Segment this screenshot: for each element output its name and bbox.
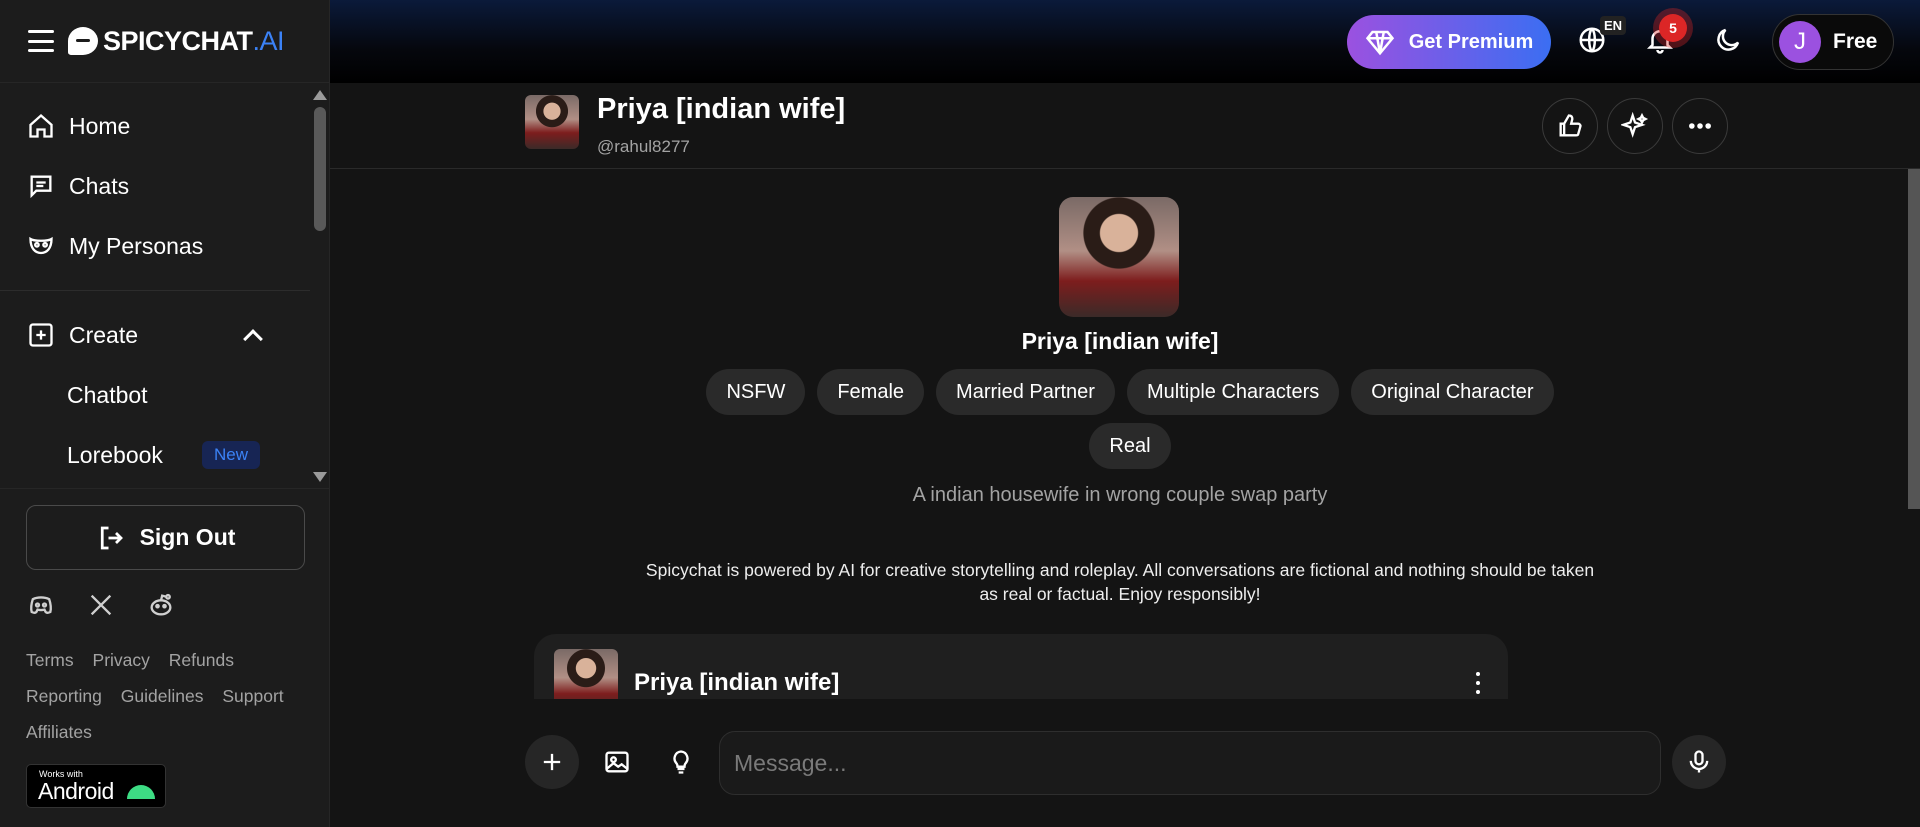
- image-button[interactable]: [590, 735, 644, 789]
- like-button[interactable]: [1542, 98, 1598, 154]
- guidelines-link[interactable]: Guidelines: [121, 686, 204, 706]
- refunds-link[interactable]: Refunds: [169, 650, 234, 670]
- suggestion-button[interactable]: [654, 735, 708, 789]
- plus-square-icon: [29, 323, 53, 347]
- sidebar-item-label: Lorebook: [67, 441, 163, 468]
- character-profile-name: Priya [indian wife]: [1021, 328, 1219, 354]
- sidebar: SPICYCHAT.AI Home Chats My Personas Crea…: [0, 0, 330, 827]
- get-premium-button[interactable]: Get Premium: [1347, 15, 1551, 69]
- more-options-button[interactable]: [1672, 98, 1728, 154]
- scroll-up-arrow-icon[interactable]: [313, 90, 327, 100]
- social-links: [26, 590, 304, 620]
- home-icon: [29, 113, 53, 138]
- theme-toggle-button[interactable]: [1708, 20, 1748, 60]
- affiliates-link[interactable]: Affiliates: [26, 722, 92, 742]
- ai-disclaimer: Spicychat is powered by AI for creative …: [645, 560, 1595, 604]
- ellipsis-icon: [1689, 123, 1711, 129]
- x-icon[interactable]: [86, 590, 116, 620]
- moon-icon: [1717, 28, 1740, 51]
- reporting-link[interactable]: Reporting: [26, 686, 102, 706]
- chat-header: Priya [indian wife] @rahul8277: [330, 83, 1920, 169]
- sidebar-item-label: Chatbot: [67, 381, 148, 408]
- sidebar-divider: [0, 290, 310, 291]
- tag-list: NSFW Female Married Partner Multiple Cha…: [690, 369, 1570, 469]
- tag-chip[interactable]: Female: [817, 369, 925, 415]
- logo-chat-bubble-icon: [68, 27, 98, 55]
- sparkles-icon: [1621, 112, 1649, 138]
- scroll-thumb[interactable]: [314, 107, 326, 231]
- microphone-icon: [1689, 750, 1709, 773]
- sidebar-item-home[interactable]: Home: [0, 96, 310, 156]
- message-options-icon[interactable]: [1474, 672, 1482, 694]
- sidebar-item-create[interactable]: Create: [0, 305, 310, 365]
- brand-name: SPICYCHAT.AI: [103, 25, 285, 56]
- privacy-link[interactable]: Privacy: [93, 650, 150, 670]
- sidebar-item-label: Home: [69, 112, 131, 139]
- tag-chip[interactable]: Real: [1089, 423, 1171, 469]
- support-link[interactable]: Support: [222, 686, 283, 706]
- chevron-up-icon[interactable]: [243, 329, 263, 349]
- character-avatar[interactable]: [525, 95, 579, 149]
- new-badge: New: [201, 441, 260, 469]
- discord-icon[interactable]: [26, 590, 56, 620]
- sidebar-item-label: My Personas: [69, 232, 204, 259]
- terms-link[interactable]: Terms: [26, 650, 74, 670]
- reddit-icon[interactable]: [146, 590, 176, 620]
- sidebar-item-chats[interactable]: Chats: [0, 156, 310, 216]
- chat-body: Priya [indian wife] NSFW Female Married …: [330, 169, 1920, 699]
- android-badge-text: Android: [38, 778, 114, 804]
- android-robot-icon: [127, 785, 155, 799]
- sidebar-item-lorebook[interactable]: Lorebook New: [0, 425, 310, 485]
- character-profile-image[interactable]: [1059, 197, 1179, 317]
- creator-handle[interactable]: @rahul8277: [597, 137, 690, 157]
- message-avatar[interactable]: [554, 649, 618, 699]
- add-button[interactable]: [525, 735, 579, 789]
- message-bubble: Priya [indian wife]: [534, 634, 1508, 699]
- sidebar-nav: Home Chats My Personas Create Chatbot Lo…: [0, 84, 310, 488]
- get-premium-label: Get Premium: [1408, 30, 1534, 53]
- language-code: EN: [1600, 16, 1627, 35]
- sign-out-label: Sign Out: [139, 524, 236, 550]
- sidebar-scrollbar[interactable]: [310, 86, 328, 486]
- top-bar: Get Premium EN 5 J Free: [330, 0, 1920, 83]
- sign-out-button[interactable]: Sign Out: [26, 505, 305, 570]
- scroll-down-arrow-icon[interactable]: [313, 472, 327, 482]
- sidebar-item-my-personas[interactable]: My Personas: [0, 216, 310, 276]
- sidebar-footer: Sign Out Terms Privacy Refunds Reporting…: [0, 488, 330, 827]
- lightbulb-icon: [673, 750, 689, 774]
- logo-bar: SPICYCHAT.AI: [0, 0, 329, 83]
- sign-out-icon: [100, 526, 123, 549]
- voice-button[interactable]: [1672, 735, 1726, 789]
- magic-button[interactable]: [1607, 98, 1663, 154]
- tag-chip[interactable]: Original Character: [1351, 369, 1554, 415]
- footer-links: Terms Privacy Refunds Reporting Guidelin…: [26, 642, 304, 750]
- account-button[interactable]: J Free: [1772, 14, 1894, 70]
- chat-icon: [30, 175, 52, 199]
- tag-chip[interactable]: NSFW: [706, 369, 806, 415]
- image-icon: [605, 751, 629, 773]
- tag-chip[interactable]: Married Partner: [936, 369, 1115, 415]
- sidebar-item-label: Create: [69, 321, 139, 348]
- android-badge[interactable]: Works with Android: [26, 764, 166, 808]
- notification-count-badge: 5: [1659, 14, 1687, 42]
- message-input[interactable]: [719, 731, 1661, 795]
- character-name: Priya [indian wife]: [597, 93, 846, 125]
- diamond-icon: [1365, 30, 1394, 56]
- mask-icon: [29, 236, 53, 255]
- character-description: A indian housewife in wrong couple swap …: [912, 484, 1328, 506]
- message-author: Priya [indian wife]: [634, 669, 840, 696]
- tag-chip[interactable]: Multiple Characters: [1126, 369, 1340, 415]
- plan-label: Free: [1833, 30, 1878, 53]
- avatar: J: [1779, 21, 1821, 63]
- brand-logo[interactable]: SPICYCHAT.AI: [68, 25, 285, 57]
- plus-icon: [543, 753, 561, 771]
- message-composer: [330, 699, 1920, 827]
- thumbs-up-icon: [1559, 114, 1582, 137]
- hamburger-menu-icon[interactable]: [28, 30, 54, 52]
- sidebar-item-label: Chats: [69, 172, 130, 199]
- sidebar-item-chatbot[interactable]: Chatbot: [0, 365, 310, 425]
